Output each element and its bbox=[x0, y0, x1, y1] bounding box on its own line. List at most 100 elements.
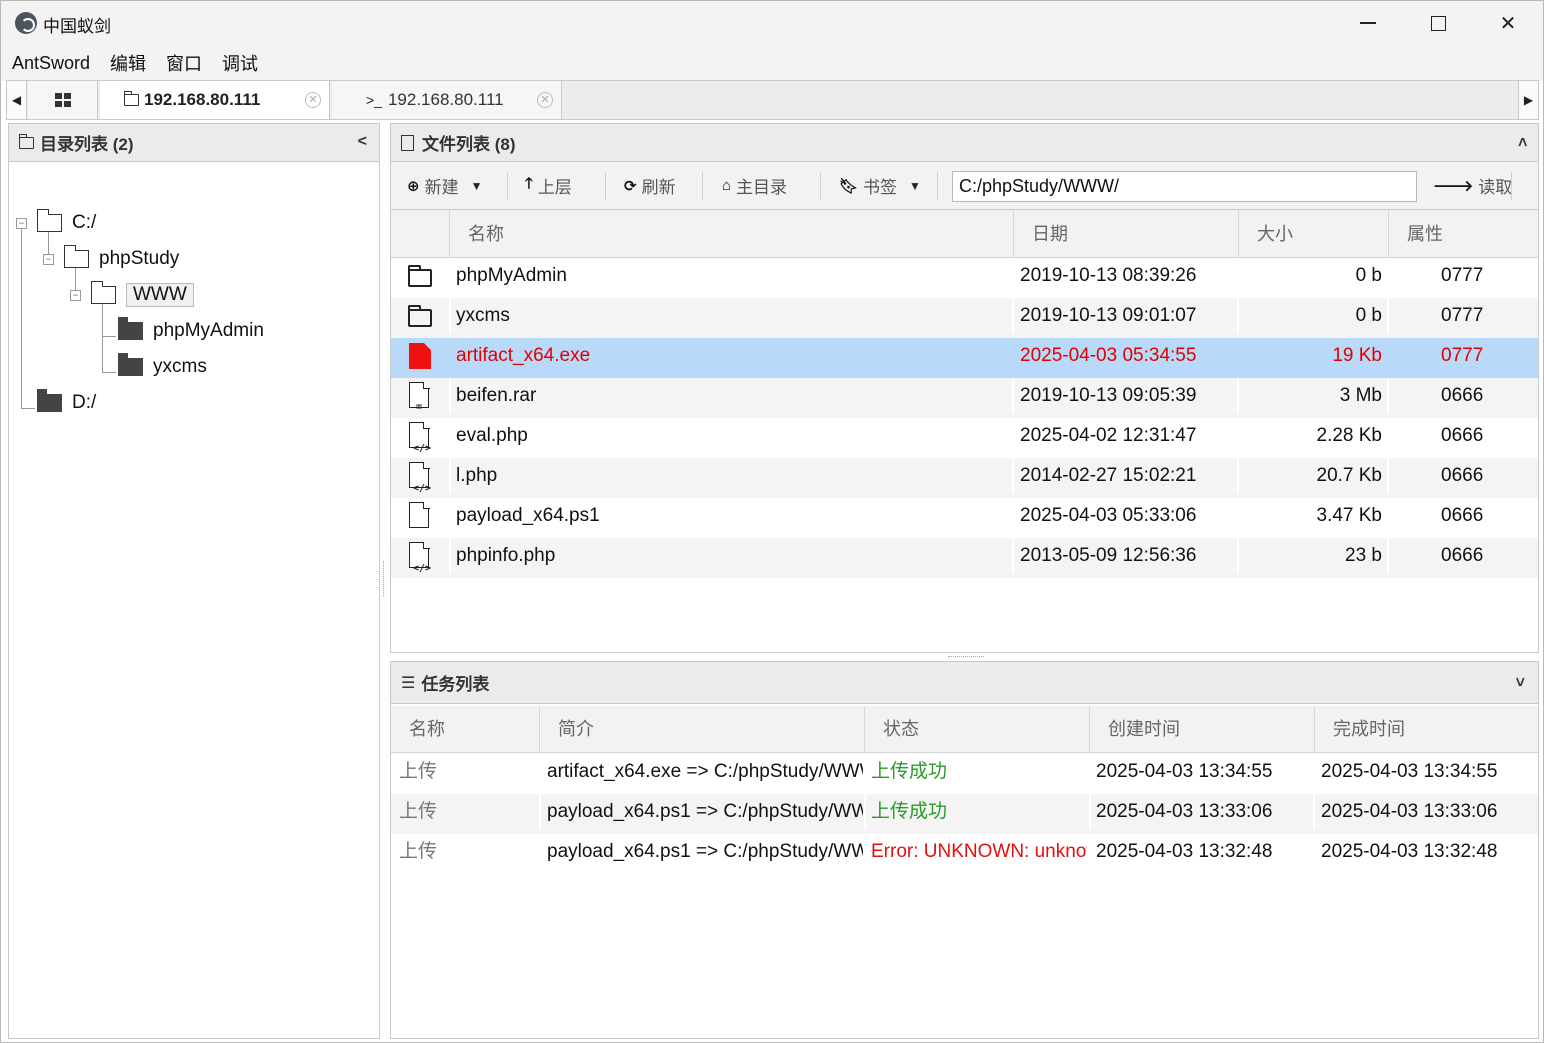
refresh-icon: ⟳ bbox=[624, 177, 637, 195]
tree-node-label: phpMyAdmin bbox=[153, 320, 264, 341]
file-row[interactable]: </> eval.php 2025-04-02 12:31:47 2.28 Kb… bbox=[391, 418, 1538, 458]
task-table-header: 名称 简介 状态 创建时间 完成时间 bbox=[391, 706, 1538, 753]
close-button[interactable]: ✕ bbox=[1473, 1, 1543, 45]
grid-icon bbox=[54, 93, 71, 107]
minimize-button[interactable] bbox=[1333, 1, 1403, 45]
file-name: l.php bbox=[456, 465, 498, 486]
tab-home[interactable] bbox=[28, 81, 98, 119]
tree-node-c-drive[interactable]: C:/ bbox=[36, 208, 97, 238]
home-dir-button[interactable]: ⌂ 主目录 bbox=[722, 162, 787, 209]
file-date: 2025-04-03 05:34:55 bbox=[1020, 345, 1197, 366]
antsword-logo-icon bbox=[15, 12, 37, 34]
tree-node-www[interactable]: WWW bbox=[90, 280, 194, 310]
tree-node-label: C:/ bbox=[72, 212, 97, 233]
file-row[interactable]: </> l.php 2014-02-27 15:02:21 20.7 Kb 06… bbox=[391, 458, 1538, 498]
tree-node-label: phpStudy bbox=[99, 248, 180, 269]
tree-line bbox=[21, 228, 22, 408]
task-row[interactable]: 上传 payload_x64.ps1 => C:/phpStudy/WWW/ E… bbox=[391, 834, 1538, 874]
read-button[interactable]: 🡒 读取 bbox=[1433, 162, 1512, 209]
file-row[interactable]: phpMyAdmin 2019-10-13 08:39:26 0 b 0777 bbox=[391, 258, 1538, 298]
path-input[interactable] bbox=[952, 171, 1417, 202]
file-icon bbox=[409, 502, 431, 530]
vertical-splitter[interactable] bbox=[383, 561, 385, 597]
collapse-up-icon[interactable]: < bbox=[1512, 137, 1530, 146]
file-row[interactable]: payload_x64.ps1 2025-04-03 05:33:06 3.47… bbox=[391, 498, 1538, 538]
file-permission: 0666 bbox=[1441, 545, 1484, 566]
task-completed-time: 2025-04-03 13:34:55 bbox=[1321, 761, 1498, 782]
horizontal-splitter[interactable] bbox=[948, 656, 984, 658]
tab-file-manager[interactable]: 192.168.80.111 ✕ bbox=[100, 81, 330, 119]
task-type: 上传 bbox=[399, 801, 438, 822]
collapse-down-icon[interactable]: < bbox=[1512, 677, 1530, 686]
file-date: 2025-04-03 05:33:06 bbox=[1020, 505, 1197, 526]
file-name: yxcms bbox=[456, 305, 510, 326]
file-name: payload_x64.ps1 bbox=[456, 505, 600, 526]
file-list-header: 文件列表 (8) < bbox=[391, 124, 1538, 162]
tab-close-icon[interactable]: ✕ bbox=[537, 92, 553, 108]
task-row[interactable]: 上传 payload_x64.ps1 => C:/phpStudy/WWW/ 上… bbox=[391, 794, 1538, 834]
file-date: 2019-10-13 08:39:26 bbox=[1020, 265, 1197, 286]
task-created-time: 2025-04-03 13:33:06 bbox=[1096, 801, 1273, 822]
file-row[interactable]: ⌧ beifen.rar 2019-10-13 09:05:39 3 Mb 06… bbox=[391, 378, 1538, 418]
task-type: 上传 bbox=[399, 841, 438, 862]
tree-node-phpmyadmin[interactable]: phpMyAdmin bbox=[118, 316, 264, 346]
file-date: 2013-05-09 12:56:36 bbox=[1020, 545, 1197, 566]
column-header-date[interactable]: 日期 bbox=[1013, 210, 1238, 258]
file-size: 19 Kb bbox=[1332, 345, 1382, 366]
up-level-button[interactable]: 🡑 上层 bbox=[525, 162, 572, 209]
new-button[interactable]: ⊕ 新建 ▼ bbox=[407, 162, 482, 209]
terminal-icon: >_ bbox=[366, 92, 382, 108]
refresh-button[interactable]: ⟳ 刷新 bbox=[624, 162, 676, 209]
tab-terminal[interactable]: >_ 192.168.80.111 ✕ bbox=[332, 81, 562, 119]
file-permission: 0777 bbox=[1441, 345, 1484, 366]
file-size: 0 b bbox=[1355, 265, 1382, 286]
task-created-time: 2025-04-03 13:34:55 bbox=[1096, 761, 1273, 782]
maximize-button[interactable] bbox=[1403, 1, 1473, 45]
bookmark-button[interactable]: 🔖︎ 书签 ▼ bbox=[839, 162, 921, 209]
file-size: 3 Mb bbox=[1339, 385, 1382, 406]
column-header-size[interactable]: 大小 bbox=[1238, 210, 1388, 258]
directory-panel-title: 目录列表 (2) bbox=[40, 135, 134, 154]
tab-close-icon[interactable]: ✕ bbox=[305, 92, 321, 108]
task-row[interactable]: 上传 artifact_x64.exe => C:/phpStudy/WWW/ … bbox=[391, 754, 1538, 794]
caret-down-icon: ▼ bbox=[909, 178, 921, 193]
file-row-selected[interactable]: artifact_x64.exe 2025-04-03 05:34:55 19 … bbox=[391, 338, 1538, 378]
menu-edit[interactable]: 编辑 bbox=[99, 50, 155, 76]
column-header-name[interactable]: 名称 bbox=[449, 210, 1013, 258]
tree-node-yxcms[interactable]: yxcms bbox=[118, 352, 207, 382]
caret-right-icon: ▶ bbox=[1523, 93, 1534, 107]
collapse-toggle-icon[interactable]: − bbox=[70, 290, 81, 301]
collapse-toggle-icon[interactable]: − bbox=[16, 218, 27, 229]
tab-scroll-right-button[interactable]: ▶ bbox=[1518, 81, 1538, 119]
task-column-description[interactable]: 简介 bbox=[539, 706, 864, 753]
arrow-right-icon: 🡒 bbox=[1433, 178, 1474, 195]
task-column-created[interactable]: 创建时间 bbox=[1089, 706, 1314, 753]
file-name: phpMyAdmin bbox=[456, 265, 567, 286]
tree-node-d-drive[interactable]: D:/ bbox=[37, 388, 96, 418]
file-permission: 0666 bbox=[1441, 505, 1484, 526]
file-list-panel: 文件列表 (8) < ⊕ 新建 ▼ 🡑 上层 ⟳ 刷新 ⌂ 主目录 🔖︎ 书签 … bbox=[390, 123, 1539, 653]
menu-window[interactable]: 窗口 bbox=[155, 50, 211, 76]
task-column-name[interactable]: 名称 bbox=[391, 706, 539, 753]
task-column-status[interactable]: 状态 bbox=[864, 706, 1089, 753]
collapse-toggle-icon[interactable]: − bbox=[43, 254, 54, 265]
directory-panel: 目录列表 (2) < − C:/ − phpStudy − WWW phpMyA… bbox=[8, 123, 380, 1039]
menu-antsword[interactable]: AntSword bbox=[1, 53, 99, 74]
tree-node-phpstudy[interactable]: phpStudy bbox=[63, 244, 180, 274]
file-row[interactable]: yxcms 2019-10-13 09:01:07 0 b 0777 bbox=[391, 298, 1538, 338]
column-header-permission[interactable]: 属性 bbox=[1388, 210, 1538, 258]
folder-icon bbox=[18, 133, 34, 149]
code-file-icon: </> bbox=[409, 462, 431, 494]
menu-debug[interactable]: 调试 bbox=[211, 50, 267, 76]
task-column-completed[interactable]: 完成时间 bbox=[1314, 706, 1538, 753]
file-row-icon-cell bbox=[391, 258, 449, 294]
directory-panel-header: 目录列表 (2) < bbox=[9, 124, 379, 162]
task-list-panel: ☰ 任务列表 < 名称 简介 状态 创建时间 完成时间 上传 artifact_… bbox=[390, 661, 1539, 1039]
tab-scroll-left-button[interactable]: ◀ bbox=[7, 81, 27, 119]
file-permission: 0666 bbox=[1441, 425, 1484, 446]
folder-icon bbox=[118, 353, 143, 376]
folder-icon bbox=[37, 389, 62, 412]
file-row[interactable]: </> phpinfo.php 2013-05-09 12:56:36 23 b… bbox=[391, 538, 1538, 578]
collapse-left-icon[interactable]: < bbox=[358, 133, 367, 151]
file-size: 23 b bbox=[1345, 545, 1382, 566]
